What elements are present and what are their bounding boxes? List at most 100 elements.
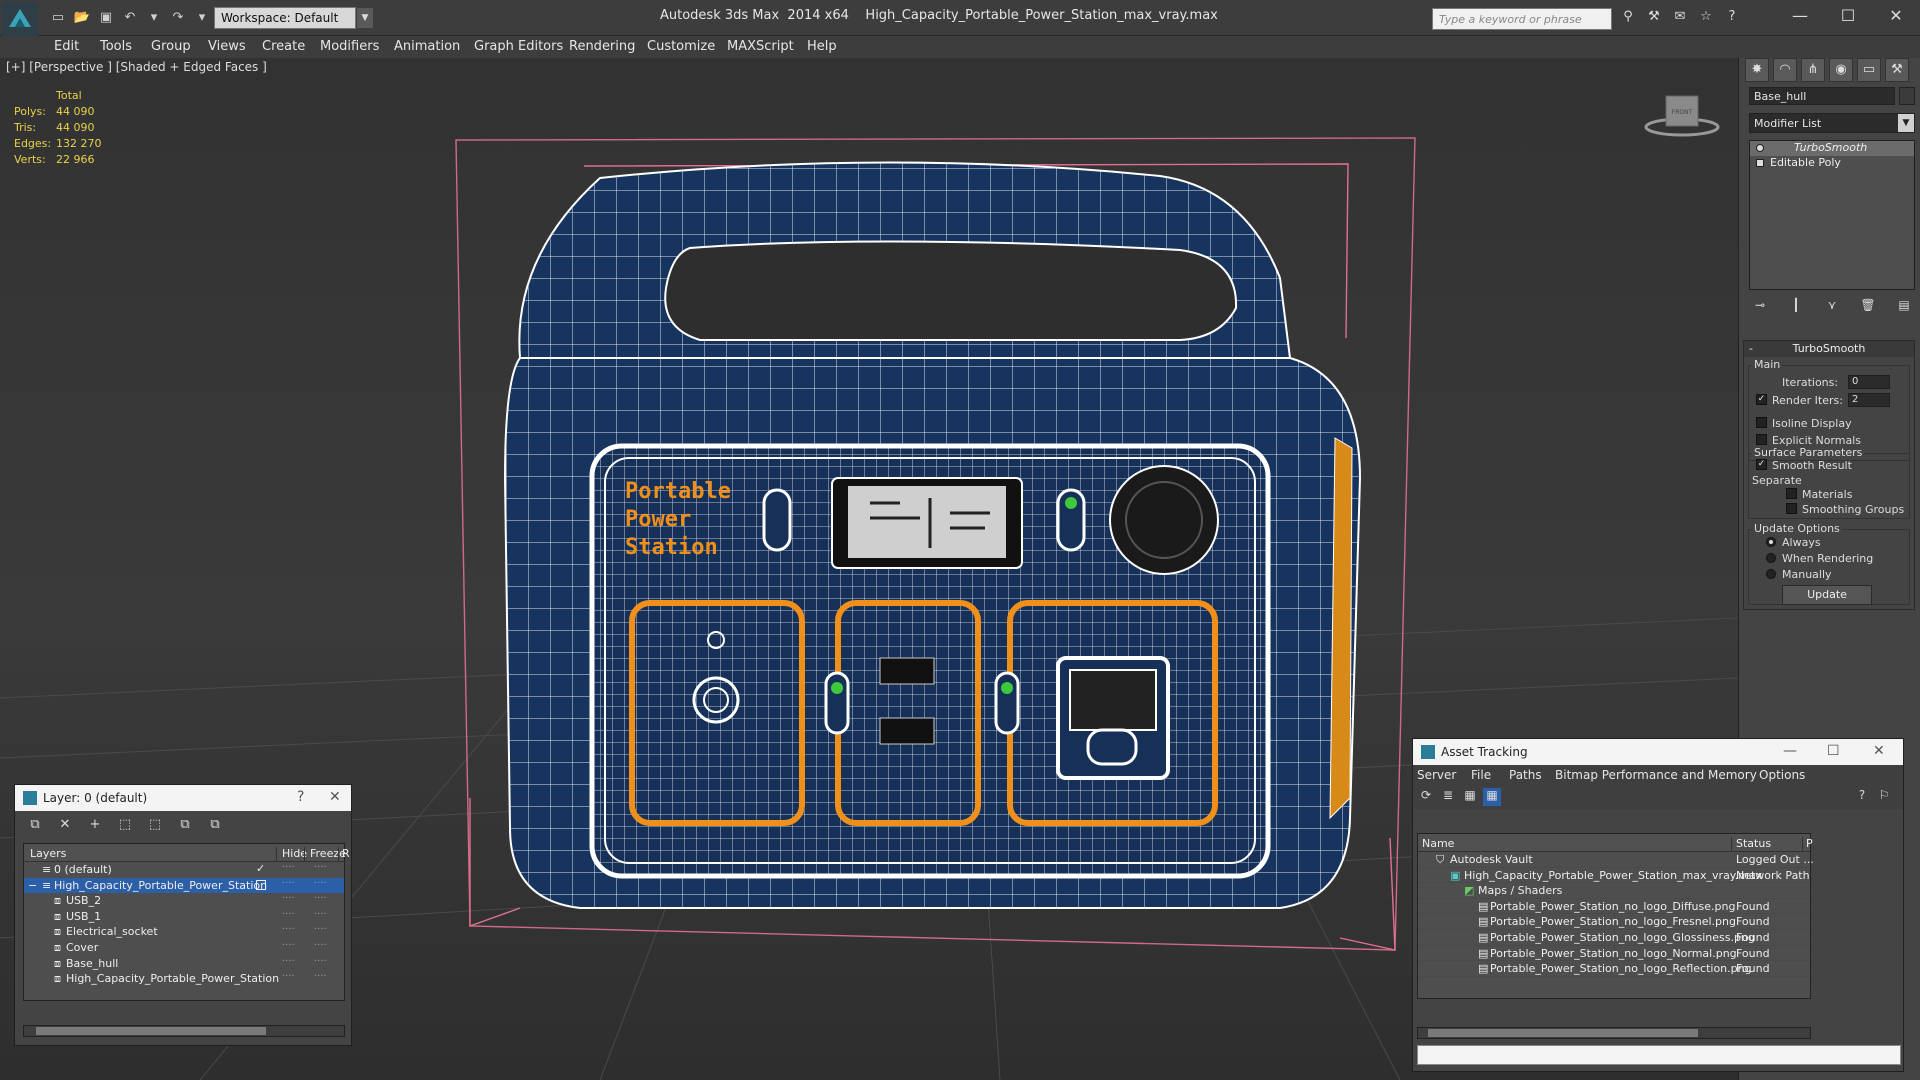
object-row-usb-2[interactable]: ⧈ USB_2 ···· ···· [24,893,344,909]
menu-options[interactable]: Options [1759,768,1805,782]
create-layer-icon[interactable]: ⧉ [25,817,45,833]
undo-icon[interactable]: ↶ [120,8,140,26]
maximize-icon[interactable]: ☐ [1827,743,1840,759]
column-name[interactable]: Name [1422,837,1454,850]
update-always-radio[interactable] [1766,537,1776,547]
configure-sets-icon[interactable]: ▤ [1893,298,1915,316]
expand-plus-icon[interactable] [1756,159,1764,167]
menu-server[interactable]: Server [1417,768,1456,782]
isoline-display-checkbox[interactable] [1756,417,1767,428]
menu-views[interactable]: Views [208,39,246,54]
column-path[interactable]: P [1806,837,1813,850]
help-icon[interactable]: ? [297,789,304,805]
menu-modifiers[interactable]: Modifiers [320,39,379,54]
refresh-icon[interactable]: ⟳ [1417,788,1435,806]
app-logo-icon[interactable] [2,2,38,36]
column-layers[interactable]: Layers [30,847,66,860]
layer-row-high-capacity[interactable]: − ≡ High_Capacity_Portable_Power_Station ··… [24,877,344,894]
minimize-icon[interactable]: — [1783,743,1797,759]
collapse-icon[interactable]: − [28,879,37,892]
rollout-title[interactable]: - TurboSmooth [1744,341,1914,357]
separate-smoothing-groups-checkbox[interactable] [1786,503,1797,514]
iterations-spinner[interactable]: 0 [1848,375,1890,389]
menu-create[interactable]: Create [262,39,305,54]
motion-tab-icon[interactable]: ◉ [1829,58,1853,82]
make-active-box[interactable] [256,879,266,890]
bulb-icon[interactable] [1756,144,1764,152]
column-status[interactable]: Status [1736,837,1771,850]
object-row-base-hull[interactable]: ⧈ Base_hull ···· ···· [24,956,344,972]
smooth-result-checkbox[interactable]: ✓ [1756,459,1767,470]
show-end-result-icon[interactable]: ┃ [1785,298,1807,316]
path-field[interactable] [1417,1045,1901,1065]
freeze-all-icon[interactable]: ⧉ [205,817,225,833]
close-icon[interactable]: ✕ [1872,0,1920,30]
menu-animation[interactable]: Animation [394,39,460,54]
undo-dropdown-icon[interactable]: ▾ [144,8,164,26]
render-iters-checkbox[interactable]: ✓ [1756,394,1767,405]
asset-row-vault[interactable]: ⛉ Autodesk Vault Logged Out ... [1418,852,1814,868]
redo-dropdown-icon[interactable]: ▾ [192,8,212,26]
explicit-normals-checkbox[interactable] [1756,434,1767,445]
save-icon[interactable]: ▣ [96,8,116,26]
minimize-icon[interactable]: — [1776,0,1824,30]
update-button[interactable]: Update [1782,585,1872,605]
subscription-icon[interactable]: ⚒ [1644,9,1664,27]
menu-file[interactable]: File [1471,768,1491,782]
stack-item-editable-poly[interactable]: Editable Poly [1750,156,1914,171]
menu-paths[interactable]: Paths [1509,768,1542,782]
update-when-rendering-radio[interactable] [1766,553,1776,563]
binoculars-icon[interactable]: ⚲ [1618,9,1638,27]
asset-row-maps-shaders[interactable]: ◩ Maps / Shaders [1418,883,1810,899]
add-to-layer-icon[interactable]: + [85,817,105,833]
utilities-tab-icon[interactable]: ⚒ [1885,58,1909,82]
search-input[interactable]: Type a keyword or phrase [1432,8,1612,30]
select-objects-icon[interactable]: ⬚ [115,817,135,833]
object-row-usb-1[interactable]: ⧈ USB_1 ···· ···· [24,909,344,925]
communication-icon[interactable]: ✉ [1670,9,1690,27]
make-unique-icon[interactable]: ⋎ [1821,298,1843,316]
column-render[interactable]: R [342,847,350,860]
stack-item-turbosmooth[interactable]: TurboSmooth [1750,141,1914,156]
open-file-icon[interactable]: 📂 [72,8,92,26]
asset-row-diffuse[interactable]: ▤ Portable_Power_Station_no_logo_Diffuse.… [1418,899,1810,915]
asset-row-reflection[interactable]: ▤ Portable_Power_Station_no_logo_Reflecti… [1418,961,1810,977]
object-row-high-capacity[interactable]: ⧈ High_Capacity_Portable_Power_Station ···… [24,971,344,987]
menu-customize[interactable]: Customize [647,39,715,54]
grid-view-icon[interactable]: ▦ [1483,788,1501,806]
help-icon[interactable]: ? [1853,788,1871,806]
object-row-electrical-socket[interactable]: ⧈ Electrical_socket ···· ···· [24,924,344,940]
maximize-icon[interactable]: ☐ [1824,0,1872,30]
modifier-list-dropdown[interactable]: Modifier List ▼ [1749,113,1915,133]
asset-row-fresnel[interactable]: ▤ Portable_Power_Station_no_logo_Fresnel.… [1418,914,1810,930]
update-manually-radio[interactable] [1766,569,1776,579]
asset-row-max-file[interactable]: ▣ High_Capacity_Portable_Power_Station_ma… [1418,868,1810,884]
menu-edit[interactable]: Edit [54,39,79,54]
hide-all-icon[interactable]: ⧉ [175,817,195,833]
pin-stack-icon[interactable]: ⊸ [1749,298,1771,316]
menu-maxscript[interactable]: MAXScript [727,39,794,54]
menu-bitmap-performance[interactable]: Bitmap Performance and Memory [1555,768,1757,782]
menu-rendering[interactable]: Rendering [569,39,635,54]
close-icon[interactable]: ✕ [329,789,341,805]
help-icon[interactable]: ? [1722,9,1742,27]
scrollbar-thumb[interactable] [36,1027,266,1035]
highlight-icon[interactable]: ⚐ [1875,788,1893,806]
list-view-icon[interactable]: ≣ [1439,788,1457,806]
new-file-icon[interactable]: ▭ [48,8,68,26]
menu-tools[interactable]: Tools [100,39,132,54]
hierarchy-tab-icon[interactable]: ⋔ [1801,58,1825,82]
column-freeze[interactable]: Freeze [310,847,346,860]
object-color-swatch[interactable] [1899,87,1915,105]
table-view-icon[interactable]: ▦ [1461,788,1479,806]
close-icon[interactable]: ✕ [1873,743,1885,759]
separate-materials-checkbox[interactable] [1786,488,1797,499]
workspace-dropdown[interactable]: Workspace: Default ▼ [214,7,373,29]
asset-tracking-titlebar[interactable]: Asset Tracking — ☐ ✕ [1413,739,1903,765]
object-row-cover[interactable]: ⧈ Cover ···· ···· [24,940,344,956]
redo-icon[interactable]: ↷ [168,8,188,26]
favorites-star-icon[interactable]: ☆ [1696,9,1716,27]
chevron-down-icon[interactable]: ▼ [357,8,373,28]
menu-graph-editors[interactable]: Graph Editors [474,39,563,54]
layer-row-default[interactable]: ≡ 0 (default) ✓ ···· ···· [24,862,344,878]
